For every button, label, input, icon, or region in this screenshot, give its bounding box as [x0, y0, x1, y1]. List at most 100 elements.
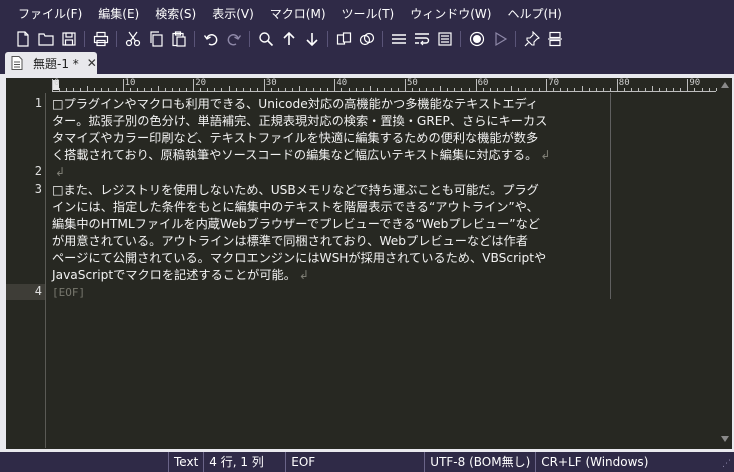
menu-edit[interactable]: 編集(E) — [90, 0, 147, 28]
ruler-tick — [80, 88, 82, 91]
ruler-tick — [129, 88, 131, 91]
menu-file[interactable]: ファイル(F) — [10, 0, 90, 28]
record-macro-icon[interactable] — [465, 28, 488, 50]
menu-macro[interactable]: マクロ(M) — [262, 0, 334, 28]
scroll-up-icon[interactable] — [721, 82, 729, 88]
status-position[interactable]: 4 行, 1 列 — [203, 452, 285, 472]
ruler-label: 50 — [407, 78, 418, 88]
text-line[interactable]: が用意されている。アウトラインは標準で同梱されており、Webプレビューなどは作者 — [52, 233, 528, 250]
word-wrap-icon[interactable] — [410, 28, 433, 50]
line-number: 2 — [34, 164, 42, 179]
line-number: 3 — [34, 181, 42, 196]
ruler-tick — [122, 79, 124, 91]
ruler-tick — [355, 88, 357, 91]
ruler-tick — [426, 88, 428, 91]
text-line[interactable]: タマイズやカラー印刷など、テキストファイルを快適に編集するための便利な機能が数多 — [52, 130, 538, 147]
text-editor[interactable]: 0 10 20 30 40 50 60 70 80 90 1 2 3 4 □プラグインやマクロも利用でき… — [6, 78, 718, 449]
text-line[interactable]: 編集中のHTMLファイルを内蔵Webブラウザーでプレビューできる“Webプレビュ… — [52, 216, 540, 233]
ruler-label: 0 — [54, 78, 60, 88]
text-line[interactable]: ページにて公開されている。マクロエンジンにはWSHが採用されているため、VBSc… — [52, 250, 546, 267]
resize-grip[interactable]: ⋰ — [722, 459, 731, 469]
text-line[interactable]: □また、レジストリを使用しないため、USBメモリなどで持ち運ぶことも可能だ。プラ… — [52, 182, 539, 199]
text-line[interactable]: JavaScriptでマクロを記述することが可能。 ↲ — [52, 267, 309, 284]
vertical-scrollbar[interactable] — [718, 78, 732, 449]
ruler-tick — [59, 88, 61, 91]
find-next-icon[interactable] — [300, 28, 323, 50]
find-previous-icon[interactable] — [277, 28, 300, 50]
text-line[interactable]: インには、指定した条件をもとに編集中のテキストを階層表示できる“アウトライン”や… — [52, 199, 539, 216]
line-number: 4 — [34, 284, 42, 299]
ruler-tick — [284, 88, 286, 91]
copy-icon[interactable] — [144, 28, 167, 50]
ruler-tick — [200, 88, 202, 91]
status-encoding[interactable]: UTF-8 (BOM無し) — [424, 452, 535, 472]
ruler-tick — [320, 88, 322, 91]
ruler-label: 10 — [124, 78, 136, 88]
paste-icon[interactable] — [167, 28, 190, 50]
menu-view[interactable]: 表示(V) — [204, 0, 262, 28]
ruler-tick — [532, 88, 534, 91]
status-mode[interactable]: Text — [168, 452, 203, 472]
text-row: □プラグインやマクロも利用できる、Unicode対応の高機能かつ多機能なテキスト… — [52, 97, 539, 111]
ruler-tick — [52, 79, 53, 91]
ruler-tick — [277, 88, 279, 91]
text-row: ページにて公開されている。マクロエンジンにはWSHが採用されているため、VBSc… — [52, 250, 547, 265]
status-bar: Text 4 行, 1 列 EOF UTF-8 (BOM無し) CR+LF (W… — [0, 452, 734, 472]
redo-icon[interactable] — [222, 28, 245, 50]
close-icon[interactable]: ✕ — [87, 56, 97, 70]
search-icon[interactable] — [254, 28, 277, 50]
text-line[interactable]: ↲ — [52, 164, 65, 181]
ruler-tick — [496, 88, 498, 91]
pin-icon[interactable] — [520, 28, 543, 50]
tab-label: 無題-1 * — [33, 56, 79, 71]
ruler-tick — [172, 88, 174, 91]
ruler-tick — [482, 88, 484, 91]
scroll-down-icon[interactable] — [721, 436, 729, 442]
ruler-label: 60 — [477, 78, 489, 88]
window-wrap-icon[interactable] — [433, 28, 456, 50]
ruler-tick — [419, 88, 421, 91]
ruler-baseline — [52, 91, 716, 92]
toolbar-separator — [116, 31, 117, 47]
run-macro-icon[interactable] — [488, 28, 511, 50]
toolbar-separator — [382, 31, 383, 47]
status-newline[interactable]: CR+LF (Windows) — [535, 452, 653, 472]
gutter-divider — [45, 93, 46, 448]
ruler-tick — [574, 88, 576, 91]
ruler-tick — [327, 88, 329, 91]
ruler-tick — [164, 88, 166, 91]
ruler-tick — [66, 88, 68, 91]
ruler-tick — [306, 88, 308, 91]
toolbar — [0, 28, 734, 50]
undo-icon[interactable] — [199, 28, 222, 50]
compare-icon[interactable] — [332, 28, 355, 50]
text-row: く搭載されており、原稿執筆やソースコードの編集など幅広いテキスト編集に対応する。 — [52, 148, 538, 163]
ruler-tick — [715, 88, 717, 91]
menu-search[interactable]: 検索(S) — [147, 0, 204, 28]
tab-document[interactable]: 無題-1 * ✕ — [5, 52, 97, 74]
text-line[interactable]: □プラグインやマクロも利用できる、Unicode対応の高機能かつ多機能なテキスト… — [52, 96, 538, 113]
ruler-tick — [701, 88, 703, 91]
ruler-tick — [397, 88, 399, 91]
ruler-tick — [581, 86, 583, 91]
menu-tools[interactable]: ツール(T) — [334, 0, 403, 28]
save-icon[interactable] — [57, 28, 80, 50]
ruler-tick — [412, 88, 414, 91]
no-wrap-icon[interactable] — [387, 28, 410, 50]
compare-next-icon[interactable] — [355, 28, 378, 50]
ruler-tick — [440, 86, 442, 91]
ruler-tick — [567, 88, 569, 91]
menu-help[interactable]: ヘルプ(H) — [499, 0, 569, 28]
split-icon[interactable] — [543, 28, 566, 50]
ruler-tick — [510, 86, 512, 91]
menu-window[interactable]: ウィンドウ(W) — [402, 0, 499, 28]
text-line[interactable]: ター。拡張子別の色分け、単語補完、正規表現対応の検索・置換・GREP、さらにキー… — [52, 113, 547, 130]
text-line[interactable]: く搭載されており、原稿執筆やソースコードの編集など幅広いテキスト編集に対応する。… — [52, 147, 551, 164]
open-folder-icon[interactable] — [34, 28, 57, 50]
ruler-tick — [334, 79, 336, 91]
text-line[interactable]: [EOF] — [52, 284, 85, 301]
print-icon[interactable] — [89, 28, 112, 50]
ruler-tick — [525, 88, 527, 91]
cut-icon[interactable] — [121, 28, 144, 50]
new-file-icon[interactable] — [11, 28, 34, 50]
